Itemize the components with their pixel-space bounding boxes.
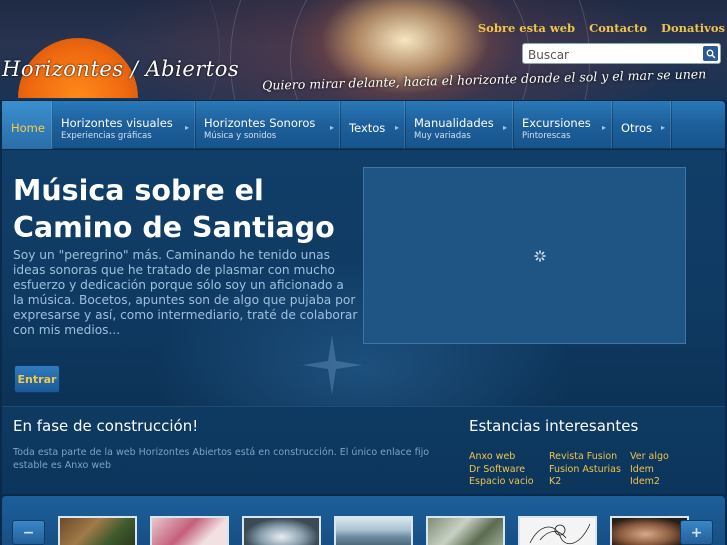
- top-links: Sobre esta web Contacto Donativos: [478, 21, 725, 35]
- donations-link[interactable]: Donativos: [661, 21, 725, 35]
- nav-item-horizontes-visuales[interactable]: Horizontes visuales Experiencias gráfica…: [53, 101, 196, 149]
- enter-button[interactable]: Entrar: [14, 365, 60, 393]
- nav-item-label: Excursiones: [522, 116, 591, 130]
- link-idem2[interactable]: Idem2: [630, 476, 690, 489]
- site-logo[interactable]: Horizontes / Abiertos: [2, 57, 239, 81]
- link-anxo-web[interactable]: Anxo web: [469, 451, 549, 464]
- links-title: Estancias interesantes: [469, 417, 639, 435]
- nav-item-horizontes-sonoros[interactable]: Horizontes Sonoros Música y sonidos ▸: [196, 101, 341, 149]
- gallery-thumbnail[interactable]: [610, 516, 689, 545]
- gallery-thumbnail[interactable]: [334, 516, 413, 545]
- gallery-thumbnail[interactable]: [242, 516, 321, 545]
- site-header: Horizontes / Abiertos Quiero mirar delan…: [0, 0, 727, 100]
- gallery-thumbnail[interactable]: [150, 516, 229, 545]
- link-idem[interactable]: Idem: [630, 464, 690, 477]
- chevron-right-icon: ▸: [602, 123, 607, 132]
- nav-item-label: Horizontes Sonoros: [204, 116, 316, 130]
- link-k2[interactable]: K2: [549, 476, 630, 489]
- contact-link[interactable]: Contacto: [589, 21, 647, 35]
- construction-text: Toda esta parte de la web Horizontes Abi…: [13, 447, 430, 471]
- links-grid: Anxo web Revista Fusion Ver algo Dr Soft…: [469, 451, 690, 489]
- gallery-prev-button[interactable]: −: [12, 520, 45, 545]
- nav-item-otros[interactable]: Otros ▸: [613, 101, 672, 149]
- hero-title: Música sobre el Camino de Santiago: [13, 174, 335, 244]
- search-icon: [706, 49, 716, 59]
- chevron-right-icon: ▸: [185, 123, 190, 132]
- compass-icon: [302, 335, 362, 395]
- gallery-thumbnail[interactable]: [518, 516, 597, 545]
- about-link[interactable]: Sobre esta web: [478, 21, 575, 35]
- loading-spinner-icon: [534, 250, 546, 262]
- nav-item-textos[interactable]: Textos ▸: [341, 101, 406, 149]
- construction-title: En fase de construcción!: [13, 417, 199, 435]
- hero-section: Música sobre el Camino de Santiago Soy u…: [2, 150, 725, 406]
- gallery-strip: − +: [2, 496, 725, 545]
- media-player[interactable]: [363, 167, 686, 344]
- search-input[interactable]: [523, 45, 698, 65]
- main-nav: Home Horizontes visuales Experiencias gr…: [2, 101, 725, 149]
- gallery-next-button[interactable]: +: [680, 520, 713, 545]
- chevron-right-icon: ▸: [395, 123, 400, 132]
- nav-item-label: Home: [11, 121, 45, 135]
- hero-body: Soy un "peregrino" más. Caminando he ten…: [13, 248, 358, 337]
- nav-item-label: Horizontes visuales: [61, 116, 173, 130]
- chevron-right-icon: ▸: [661, 123, 666, 132]
- link-dr-software[interactable]: Dr Software: [469, 464, 549, 477]
- nav-item-manualidades[interactable]: Manualidades Muy variadas ▸: [406, 101, 514, 149]
- line-drawing-icon: [529, 523, 591, 545]
- chevron-right-icon: ▸: [330, 123, 335, 132]
- nav-item-label: Manualidades: [414, 116, 494, 130]
- nav-item-label: Textos: [349, 121, 386, 135]
- link-fusion-asturias[interactable]: Fusion Asturias: [549, 464, 630, 477]
- search-box: [522, 43, 721, 65]
- gallery-thumbnail[interactable]: [58, 516, 137, 545]
- info-section: En fase de construcción! Toda esta parte…: [2, 406, 725, 494]
- gallery-thumbnail[interactable]: [426, 516, 505, 545]
- link-revista-fusion[interactable]: Revista Fusion: [549, 451, 630, 464]
- link-ver-algo[interactable]: Ver algo: [630, 451, 690, 464]
- nav-item-sublabel: Música y sonidos: [204, 131, 277, 141]
- search-button[interactable]: [703, 46, 718, 61]
- link-espacio-vacio[interactable]: Espacio vacio: [469, 476, 549, 489]
- chevron-right-icon: ▸: [503, 123, 508, 132]
- nav-item-sublabel: Pintorescas: [522, 131, 571, 141]
- nav-item-excursiones[interactable]: Excursiones Pintorescas ▸: [514, 101, 613, 149]
- nav-item-sublabel: Muy variadas: [414, 131, 471, 141]
- nav-item-home[interactable]: Home: [2, 101, 53, 149]
- nav-item-sublabel: Experiencias gráficas: [61, 131, 152, 141]
- nav-item-label: Otros: [621, 121, 653, 135]
